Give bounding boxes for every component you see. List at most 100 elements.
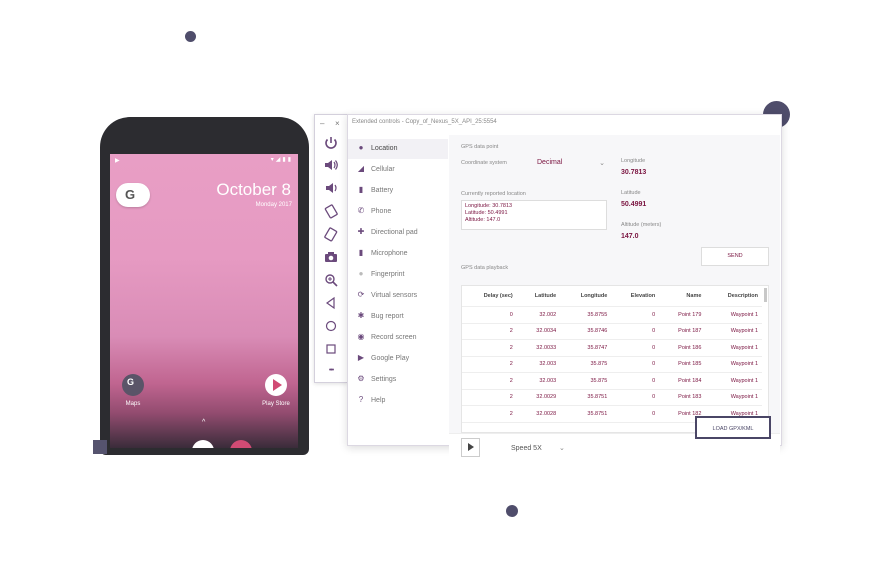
more-button[interactable]: •••: [323, 363, 339, 379]
table-row[interactable]: 2 32.003 35.875 0 Point 184 Waypoint 1: [462, 372, 762, 390]
sidebar-item-label: Directional pad: [371, 229, 418, 236]
column-header[interactable]: Longitude: [560, 286, 612, 307]
table-cell: 2: [462, 339, 517, 357]
current-altitude: Altitude: 147.0: [465, 217, 501, 223]
sidebar-item-virtual-sensors[interactable]: ⟳ Virtual sensors: [348, 286, 448, 306]
decorative-dot: [185, 31, 196, 42]
table-cell: 32.0029: [516, 389, 561, 406]
table-row[interactable]: 2 32.0034 35.8746 0 Point 187 Waypoint 1: [462, 323, 762, 340]
location-panel: GPS data point Coordinate system Decimal…: [449, 135, 780, 464]
app-label: Maps: [125, 401, 141, 407]
app-play-store[interactable]: Play Store: [256, 374, 296, 407]
date-widget[interactable]: October 8: [216, 180, 291, 200]
zoom-button[interactable]: [323, 272, 339, 288]
table-cell: 0: [611, 356, 660, 373]
send-button[interactable]: SEND: [701, 247, 769, 266]
table-header-row: Delay (sec) Latitude Longitude Elevation…: [462, 286, 762, 307]
rotate-left-button[interactable]: [323, 203, 339, 219]
latitude-field[interactable]: 50.4991: [621, 201, 646, 208]
phone-screen[interactable]: ▶ ▾◢▮▮ G October 8 Monday 2017 Maps Play…: [110, 154, 298, 448]
google-play-icon: ▶: [357, 353, 365, 362]
column-header[interactable]: Elevation: [611, 286, 660, 307]
sidebar-item-record-screen[interactable]: ◉ Record screen: [348, 328, 448, 348]
column-header[interactable]: Description: [705, 286, 762, 307]
sidebar-item-settings[interactable]: ⚙ Settings: [348, 370, 448, 390]
speed-dropdown[interactable]: Speed 5X: [511, 445, 542, 452]
load-gpx-kml-button[interactable]: LOAD GPX/KML: [695, 416, 771, 439]
column-header[interactable]: Latitude: [516, 286, 561, 307]
volume-up-icon: [325, 160, 338, 170]
rotate-right-button[interactable]: [323, 226, 339, 242]
table-row[interactable]: 2 32.0033 35.8747 0 Point 186 Waypoint 1: [462, 339, 762, 357]
table-cell: 0: [611, 323, 660, 340]
table-cell: Waypoint 1: [705, 339, 762, 357]
google-icon: G: [125, 187, 136, 202]
power-button[interactable]: [323, 135, 339, 151]
back-button[interactable]: [323, 295, 339, 311]
back-icon: [325, 296, 335, 310]
altitude-field[interactable]: 147.0: [621, 233, 639, 240]
table-cell: Waypoint 1: [705, 323, 762, 340]
table-row[interactable]: 0 32.002 35.8755 0 Point 179 Waypoint 1: [462, 306, 762, 324]
sidebar: ● Location ◢ Cellular ▮ Battery ✆ Phone …: [348, 139, 448, 443]
sidebar-item-phone[interactable]: ✆ Phone: [348, 202, 448, 222]
overview-button[interactable]: [323, 341, 339, 357]
sidebar-item-google-play[interactable]: ▶ Google Play: [348, 349, 448, 369]
table-row[interactable]: 2 32.003 35.875 0 Point 185 Waypoint 1: [462, 356, 762, 373]
current-location-box: Longitude: 30.7813 Latitude: 50.4991 Alt…: [461, 200, 607, 230]
table-cell: 32.0028: [516, 405, 561, 423]
table-cell: Point 183: [659, 389, 706, 406]
table-cell: 32.002: [516, 306, 561, 324]
sidebar-item-directional-pad[interactable]: ✚ Directional pad: [348, 223, 448, 243]
volume-up-button[interactable]: [323, 157, 339, 173]
screenshot-button[interactable]: [323, 249, 339, 265]
column-header[interactable]: Name: [659, 286, 706, 307]
coordinate-system-dropdown[interactable]: Decimal ⌄: [537, 159, 605, 167]
sidebar-item-location[interactable]: ● Location: [348, 139, 448, 159]
close-button[interactable]: ×: [335, 119, 340, 128]
google-search-widget[interactable]: G: [116, 183, 150, 207]
sidebar-item-label: Settings: [371, 376, 397, 383]
longitude-field[interactable]: 30.7813: [621, 169, 646, 176]
maps-icon: [122, 374, 144, 396]
zoom-icon: [325, 274, 338, 287]
help-icon: ?: [358, 395, 364, 404]
home-button[interactable]: [323, 318, 339, 334]
gps-playback-table[interactable]: Delay (sec) Latitude Longitude Elevation…: [461, 285, 769, 433]
sidebar-item-cellular[interactable]: ◢ Cellular: [348, 160, 448, 180]
phone-icon: ✆: [357, 206, 365, 215]
sidebar-item-bug-report[interactable]: ✱ Bug report: [348, 307, 448, 327]
longitude-label: Longitude: [621, 158, 646, 164]
bug-icon: ✱: [357, 311, 365, 320]
current-location-label: Currently reported location: [461, 191, 526, 197]
table-cell: 0: [611, 339, 660, 357]
rotate-left-icon: [324, 204, 338, 219]
minimize-button[interactable]: –: [320, 119, 324, 128]
app-maps[interactable]: Maps: [113, 374, 153, 407]
volume-down-button[interactable]: [323, 180, 339, 196]
table-scrollbar[interactable]: [764, 288, 767, 302]
table-cell: 2: [462, 389, 517, 406]
sidebar-item-label: Google Play: [371, 355, 410, 362]
play-button[interactable]: [461, 438, 480, 457]
overview-icon: [326, 344, 336, 354]
sidebar-item-microphone[interactable]: ▮ Microphone: [348, 244, 448, 264]
column-header[interactable]: Delay (sec): [462, 286, 517, 307]
table-row[interactable]: 2 32.0029 35.8751 0 Point 183 Waypoint 1: [462, 389, 762, 406]
table-cell: Waypoint 1: [705, 306, 762, 324]
coordinate-system-label: Coordinate system: [461, 160, 507, 166]
sidebar-item-fingerprint[interactable]: ● Fingerprint: [348, 265, 448, 285]
gps-data-table: Delay (sec) Latitude Longitude Elevation…: [462, 286, 762, 423]
sidebar-item-help[interactable]: ? Help: [348, 391, 448, 411]
table-cell: 0: [611, 405, 660, 423]
table-cell: Waypoint 1: [705, 372, 762, 390]
sidebar-item-battery[interactable]: ▮ Battery: [348, 181, 448, 201]
table-cell: Waypoint 1: [705, 389, 762, 406]
gps-playback-heading: GPS data playback: [461, 265, 509, 271]
table-cell: 2: [462, 405, 517, 423]
dock-icon[interactable]: [230, 440, 252, 448]
latitude-label: Latitude: [621, 190, 641, 196]
cellular-icon: ◢: [357, 164, 365, 173]
settings-icon: ⚙: [357, 374, 365, 383]
dock-icon[interactable]: [192, 440, 214, 448]
